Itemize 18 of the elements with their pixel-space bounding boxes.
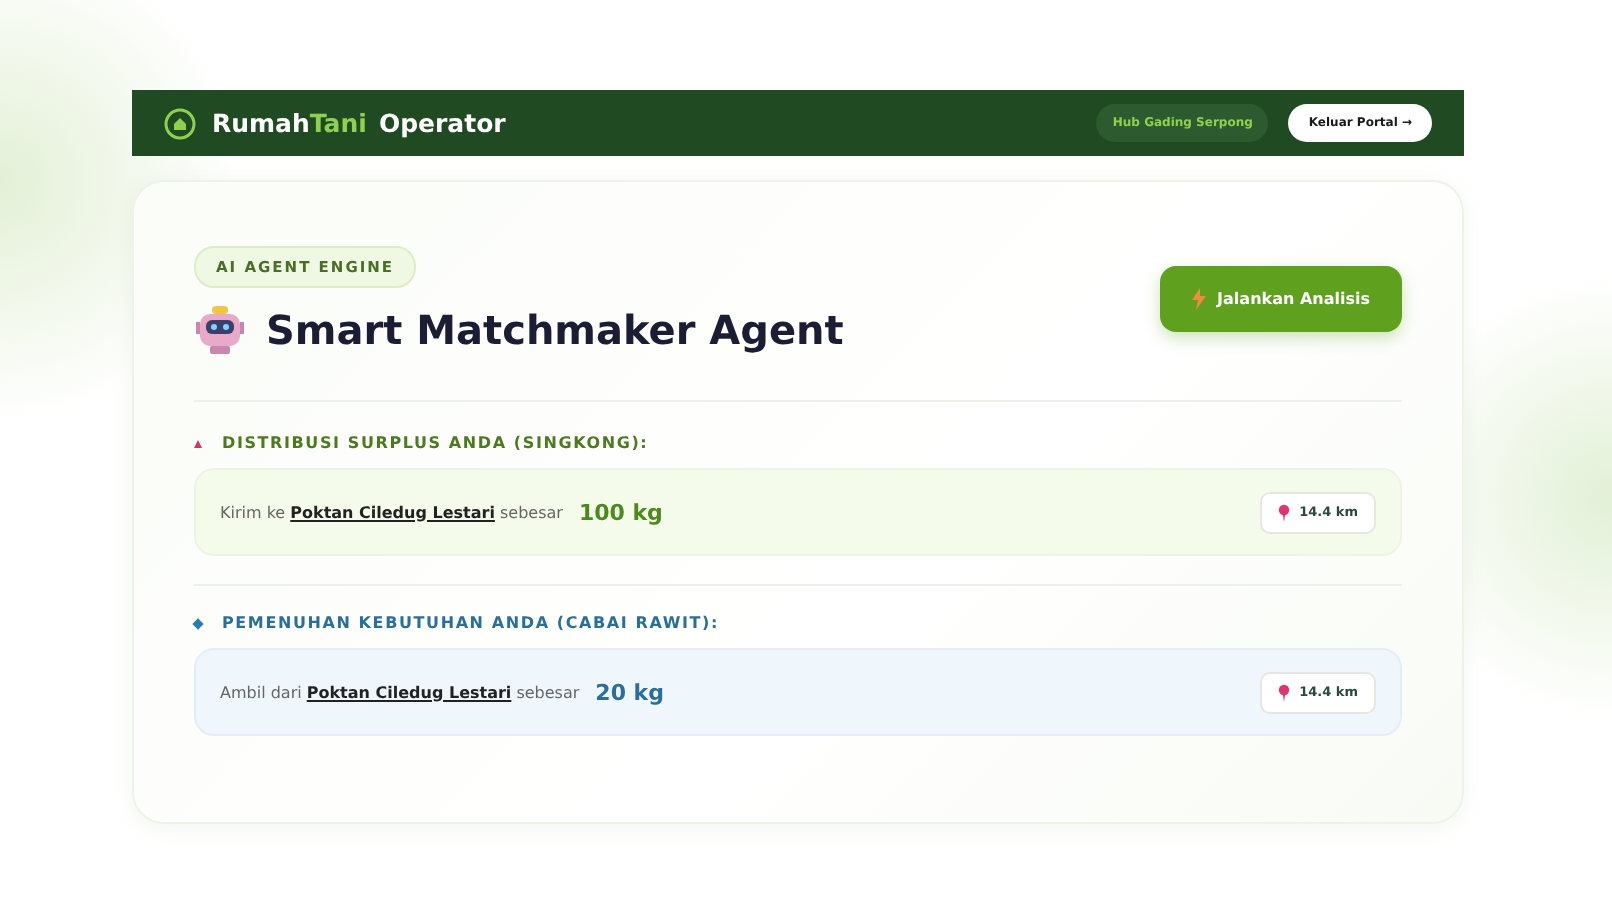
partner-link[interactable]: Poktan Ciledug Lestari [290,503,495,521]
brand-name: RumahTani [212,108,367,138]
house-icon [164,107,196,139]
partner-link[interactable]: Poktan Ciledug Lestari [306,683,512,701]
pin-icon [1277,503,1290,521]
section-heading: PEMENUHAN KEBUTUHAN ANDA (CABAI RAWIT): [222,614,719,632]
amount-text: 100 kg [578,499,663,525]
agent-title: Smart Matchmaker Agent [266,306,844,354]
match-sentence: Ambil dari Poktan Ciledug Lestari sebesar [220,683,580,701]
amount-text: 20 kg [595,679,664,705]
bullet-icon [192,617,204,629]
bullet-icon [194,439,202,447]
robot-icon [194,304,246,356]
match-sentence: Kirim ke Poktan Ciledug Lestari sebesar [220,503,563,521]
pin-icon [1277,683,1290,701]
section-heading: DISTRIBUSI SURPLUS ANDA (SINGKONG): [222,434,649,452]
brand-suffix: Operator [378,108,506,138]
bolt-icon [1191,288,1206,310]
